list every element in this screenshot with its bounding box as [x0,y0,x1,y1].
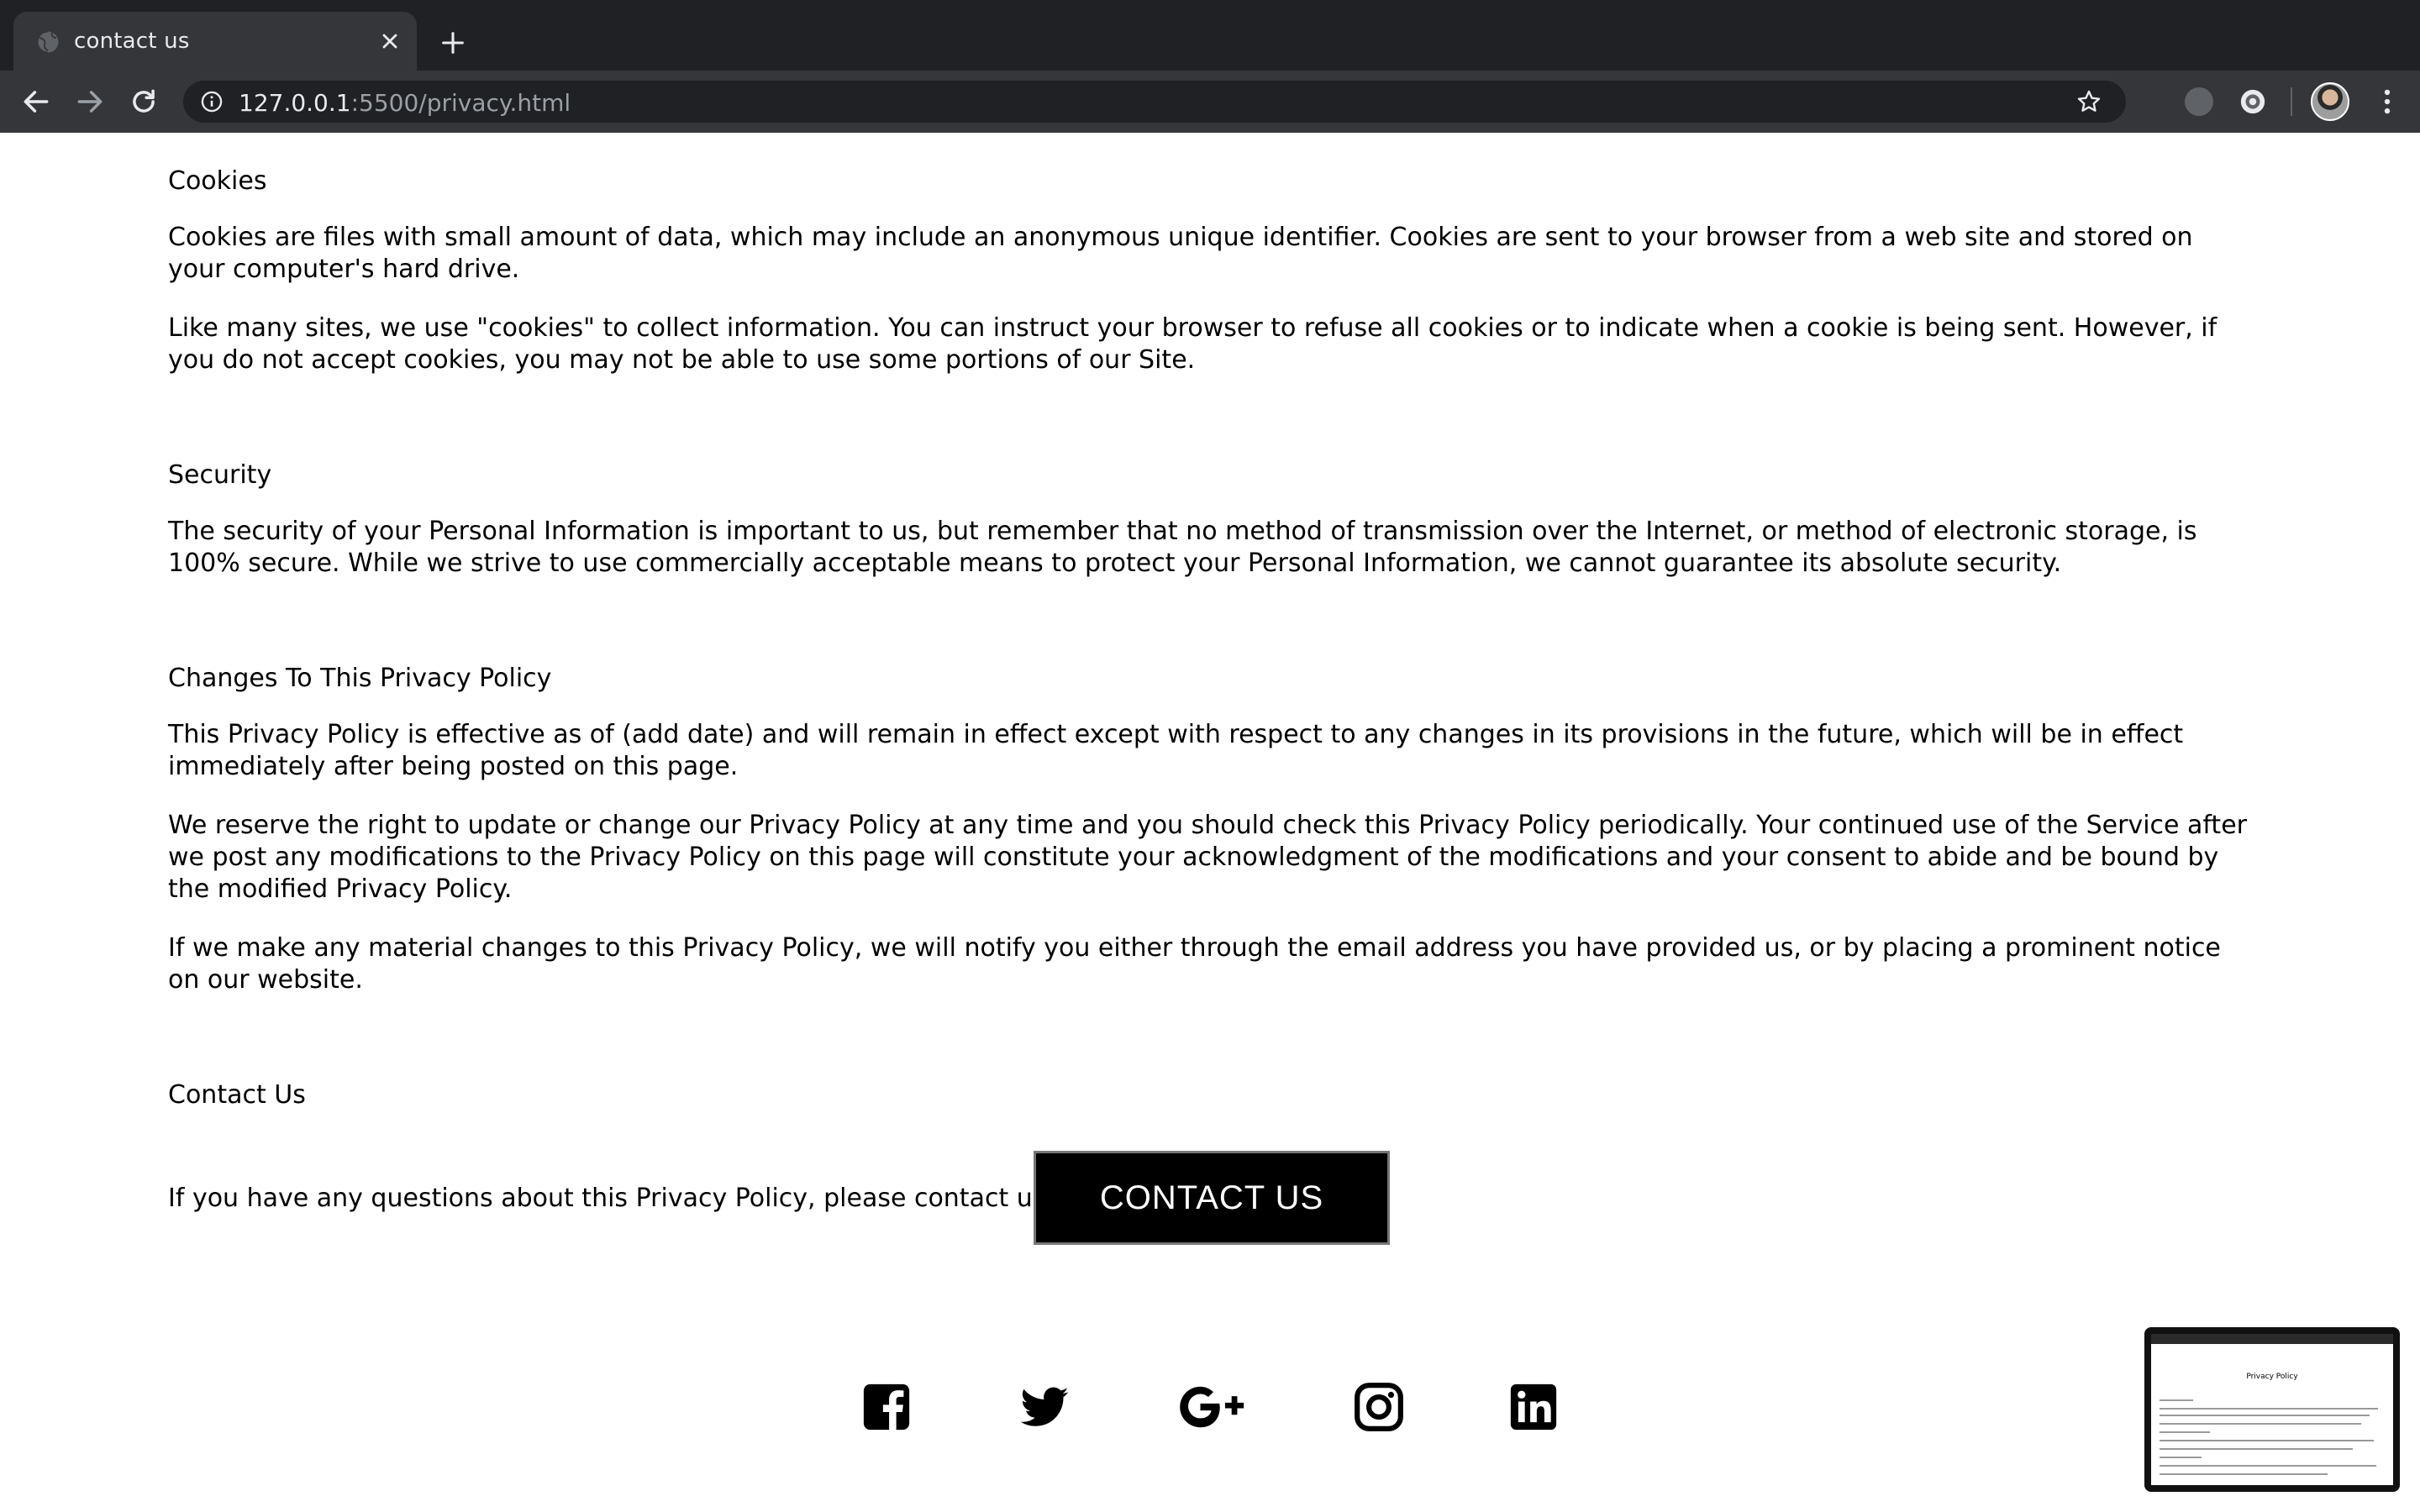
twitter-icon[interactable] [1017,1381,1072,1433]
thumbnail-text-line [2160,1423,2361,1425]
contact-us-button[interactable]: CONTACT US [1034,1151,1390,1245]
thumbnail-text-line [2160,1448,2353,1450]
close-tab-icon[interactable] [378,29,402,53]
thumbnail-browser-bar [2151,1334,2393,1344]
tab-title: contact us [74,29,190,54]
section-heading-security: Security [168,460,272,490]
thumbnail-text-line [2160,1457,2202,1458]
contact-text: If you have any questions about this Pri… [168,1184,1054,1213]
thumbnail-text-line [2160,1399,2193,1401]
paragraph: The security of your Personal Informatio… [168,517,2197,578]
thumbnail-text-line [2160,1408,2378,1410]
thumbnail-preview: Privacy Policy [2151,1334,2393,1485]
globe-icon [36,30,59,54]
extension-record-icon[interactable] [2238,87,2267,116]
bookmark-star-icon[interactable] [2075,88,2102,115]
browser-tabstrip: contact us [0,0,2420,71]
url-text[interactable]: 127.0.0.1:5500/privacy.html [239,89,571,117]
thumbnail-text-line [2160,1465,2376,1467]
section-heading-contact: Contact Us [168,1080,306,1110]
thumbnail-text-line [2160,1431,2210,1433]
google-plus-icon[interactable] [1178,1381,1249,1433]
thumbnail-text-line [2160,1440,2374,1441]
paragraph: If we make any material changes to this … [168,933,2221,995]
thumbnail-title: Privacy Policy [2246,1373,2298,1381]
linkedin-icon[interactable] [1507,1381,1560,1433]
paragraph: This Privacy Policy is effective as of (… [168,720,2184,781]
paragraph: Cookies are files with small amount of d… [168,223,2193,284]
facebook-icon[interactable] [860,1381,913,1433]
url-path: :5500/privacy.html [350,89,571,117]
section-heading-cookies: Cookies [168,166,267,196]
back-icon[interactable] [20,86,52,118]
profile-avatar[interactable] [2311,82,2349,121]
address-bar[interactable]: 127.0.0.1:5500/privacy.html [183,81,2126,123]
instagram-icon[interactable] [1353,1381,1405,1433]
screenshot-thumbnail[interactable]: Privacy Policy [2144,1327,2400,1492]
forward-icon[interactable] [74,86,106,118]
reload-icon[interactable] [128,86,160,118]
kebab-menu-icon[interactable] [2371,86,2403,118]
paragraph: Like many sites, we use "cookies" to col… [168,313,2217,375]
browser-toolbar: 127.0.0.1:5500/privacy.html [0,71,2420,133]
contact-row: If you have any questions about this Pri… [168,1151,2252,1245]
toolbar-divider [2291,87,2292,116]
thumbnail-text-line [2160,1473,2328,1475]
thumbnail-text-line [2160,1415,2370,1416]
url-host: 127.0.0.1 [239,89,351,117]
browser-tab[interactable]: contact us [13,12,417,71]
info-icon[interactable] [200,90,224,113]
section-heading-changes: Changes To This Privacy Policy [168,664,552,693]
new-tab-icon[interactable] [439,29,467,57]
paragraph: We reserve the right to update or change… [168,811,2247,904]
privacy-policy-content: Cookies Cookies are files with small amo… [168,133,2252,1112]
extension-icon[interactable] [2185,87,2213,116]
